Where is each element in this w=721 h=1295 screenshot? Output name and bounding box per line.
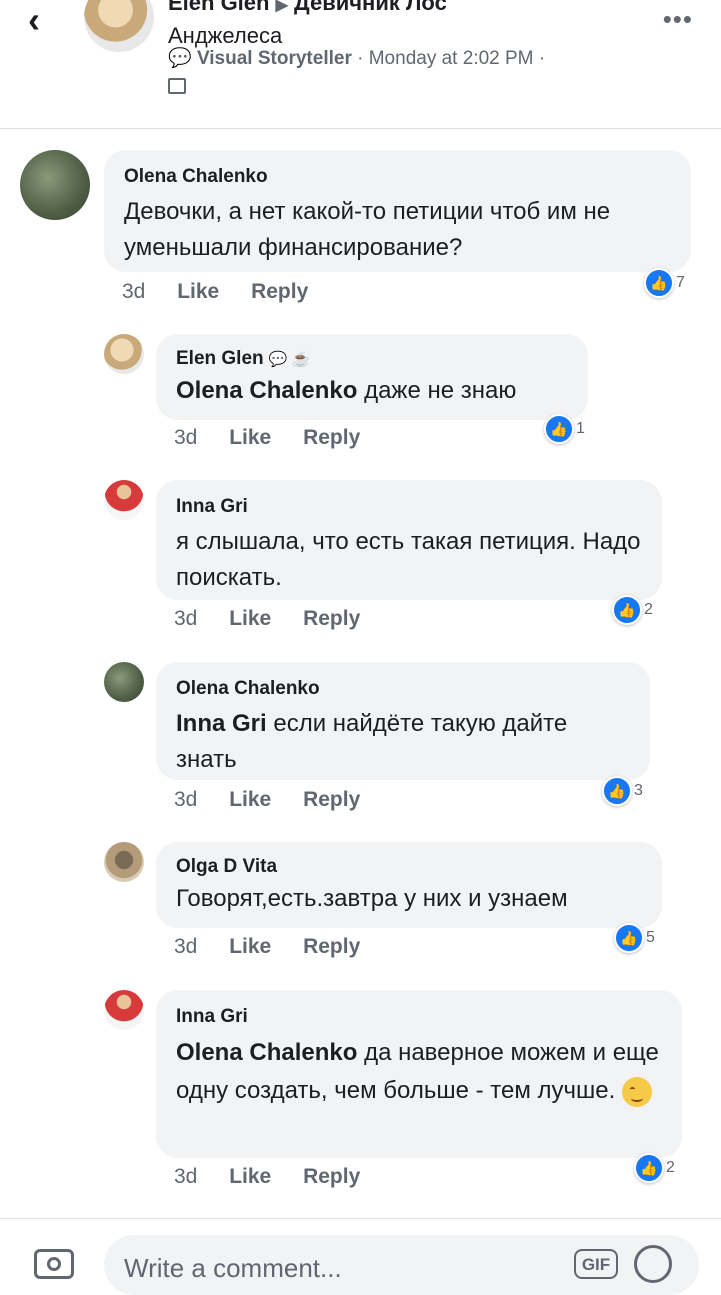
comment-text: я слышала, что есть такая петиция. Надо … <box>176 528 641 591</box>
commenter-name[interactable]: Olga D Vita <box>176 856 642 878</box>
reaction-number: 2 <box>666 1159 675 1176</box>
reaction-count[interactable]: 👍 2 <box>612 595 653 625</box>
reaction-count[interactable]: 👍 7 <box>644 268 685 298</box>
storyteller-badge-icon: 💬 <box>168 48 192 69</box>
reply-button[interactable]: Reply <box>251 280 308 303</box>
comment-text: Говорят,есть.завтра у них и узнаем <box>176 885 568 912</box>
mention-link[interactable]: Olena Chalenko <box>176 1039 357 1066</box>
commenter-name-label[interactable]: Elen Glen <box>176 348 264 369</box>
like-icon: 👍 <box>644 268 674 298</box>
comment-time[interactable]: 3d <box>174 788 197 811</box>
reply-button[interactable]: Reply <box>303 607 360 630</box>
speech-badge-icon: 💬 ☕ <box>268 351 311 368</box>
commenter-name[interactable]: Inna Gri <box>176 1006 662 1028</box>
commenter-name[interactable]: Olena Chalenko <box>124 166 671 188</box>
commenter-name[interactable]: Olena Chalenko <box>176 678 630 700</box>
like-button[interactable]: Like <box>229 935 271 958</box>
group-privacy-icon <box>168 78 186 94</box>
comment-bubble: Olena Chalenko Inna Gri если найдёте так… <box>156 662 650 780</box>
author-name[interactable]: Elen Glen <box>168 0 269 15</box>
post-time[interactable]: Monday at 2:02 PM <box>369 48 534 69</box>
comment-actions: 3d Like Reply <box>174 1165 386 1189</box>
comment-time[interactable]: 3d <box>174 935 197 958</box>
reaction-count[interactable]: 👍 1 <box>544 414 585 444</box>
like-icon: 👍 <box>612 595 642 625</box>
comment-body: даже не знаю <box>364 377 517 404</box>
reaction-number: 5 <box>646 929 655 946</box>
reaction-count[interactable]: 👍 3 <box>602 776 643 806</box>
reaction-number: 2 <box>644 601 653 618</box>
mention-link[interactable]: Olena Chalenko <box>176 377 357 404</box>
badge-label: Visual Storyteller <box>196 48 352 69</box>
mention-link[interactable]: Inna Gri <box>176 710 267 737</box>
comment-bubble: Inna Gri я слышала, что есть такая петиц… <box>156 480 662 600</box>
commenter-avatar[interactable] <box>20 150 90 220</box>
comment-actions: 3d Like Reply <box>174 788 386 812</box>
arrow-icon: ▶ <box>275 0 288 14</box>
author-avatar[interactable] <box>84 0 154 52</box>
comment-time[interactable]: 3d <box>174 607 197 630</box>
like-icon: 👍 <box>602 776 632 806</box>
comment-actions: 3d Like Reply <box>174 607 386 631</box>
commenter-name: Elen Glen 💬 ☕ <box>176 348 568 370</box>
like-icon: 👍 <box>614 923 644 953</box>
like-icon: 👍 <box>634 1153 664 1183</box>
reaction-number: 1 <box>576 420 585 437</box>
commenter-avatar[interactable] <box>104 662 144 702</box>
like-button[interactable]: Like <box>177 280 219 303</box>
more-icon[interactable]: ••• <box>663 4 693 35</box>
group-name-line1[interactable]: Девичник Лос <box>294 0 447 15</box>
reply-button[interactable]: Reply <box>303 1165 360 1188</box>
reply-button[interactable]: Reply <box>303 935 360 958</box>
comment-time[interactable]: 3d <box>122 280 145 303</box>
commenter-avatar[interactable] <box>104 334 144 374</box>
reply-button[interactable]: Reply <box>303 426 360 449</box>
comment-bubble: Olena Chalenko Девочки, а нет какой-то п… <box>104 150 691 272</box>
post-header: ‹ Elen Glen ▶ Девичник Лос Анджелеса 💬 V… <box>0 0 721 129</box>
comment-actions: 3d Like Reply <box>174 935 386 959</box>
reaction-count[interactable]: 👍 2 <box>634 1153 675 1183</box>
reaction-number: 7 <box>676 274 685 291</box>
like-button[interactable]: Like <box>229 1165 271 1188</box>
reaction-count[interactable]: 👍 5 <box>614 923 655 953</box>
comment-bubble: Elen Glen 💬 ☕ Olena Chalenko даже не зна… <box>156 334 588 420</box>
post-title: Elen Glen ▶ Девичник Лос Анджелеса <box>168 0 648 51</box>
gif-button[interactable]: GIF <box>574 1249 618 1279</box>
back-chevron-icon[interactable]: ‹ <box>28 2 40 38</box>
comment-text: Olena Chalenko да наверное можем и еще о… <box>176 1034 662 1110</box>
emoji-icon[interactable] <box>634 1245 672 1283</box>
comment-text: Inna Gri если найдёте такую дайте знать <box>176 706 630 778</box>
comment-composer: Write a comment... GIF <box>0 1218 721 1295</box>
comment-time[interactable]: 3d <box>174 426 197 449</box>
comment-bubble: Olga D Vita Говорят,есть.завтра у них и … <box>156 842 662 928</box>
comment-actions: 3d Like Reply <box>122 280 334 304</box>
like-button[interactable]: Like <box>229 426 271 449</box>
post-meta: 💬 Visual Storyteller · Monday at 2:02 PM… <box>168 46 545 70</box>
commenter-avatar[interactable] <box>104 990 144 1030</box>
dot-separator: · <box>357 48 364 69</box>
comment-time[interactable]: 3d <box>174 1165 197 1188</box>
comment-bubble: Inna Gri Olena Chalenko да наверное може… <box>156 990 682 1158</box>
comment-actions: 3d Like Reply <box>174 426 386 450</box>
wink-emoji-icon <box>621 1076 652 1107</box>
commenter-avatar[interactable] <box>104 842 144 882</box>
reply-button[interactable]: Reply <box>303 788 360 811</box>
commenter-avatar[interactable] <box>104 480 144 520</box>
commenter-name[interactable]: Inna Gri <box>176 496 642 518</box>
like-icon: 👍 <box>544 414 574 444</box>
reaction-number: 3 <box>634 782 643 799</box>
comment-text: Olena Chalenko даже не знаю <box>176 376 568 406</box>
like-button[interactable]: Like <box>229 788 271 811</box>
like-button[interactable]: Like <box>229 607 271 630</box>
camera-icon[interactable] <box>34 1249 74 1279</box>
dot-separator: · <box>538 48 546 69</box>
comment-text: Девочки, а нет какой-то петиции чтоб им … <box>124 198 611 261</box>
